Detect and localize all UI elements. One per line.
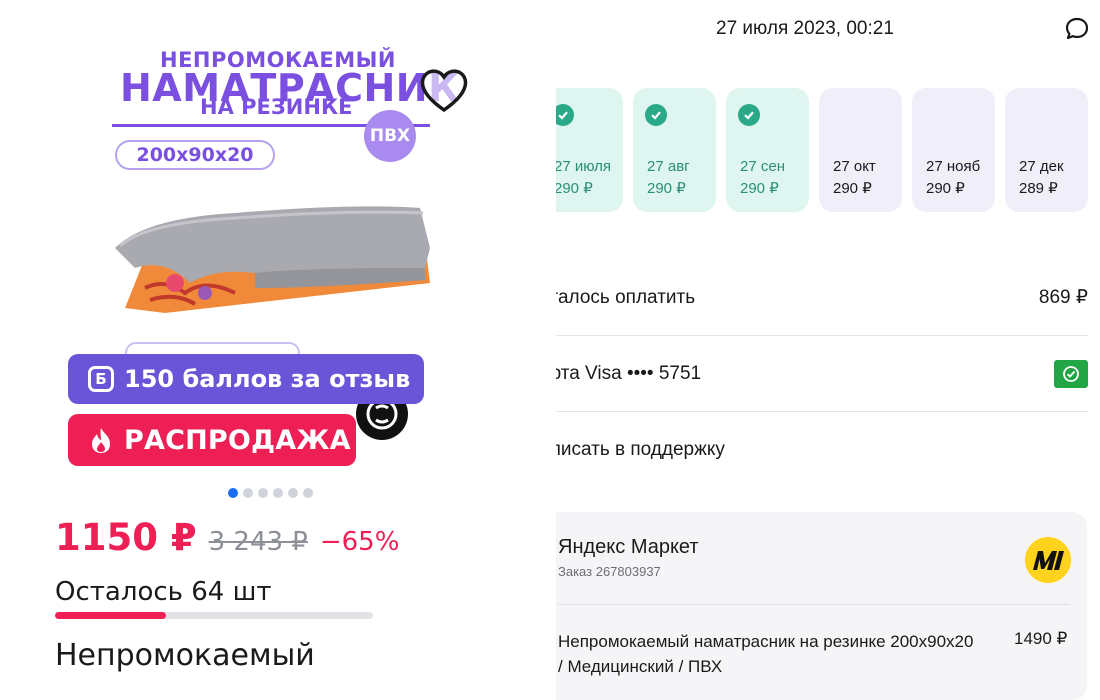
payment-date: 27 окт — [833, 158, 876, 175]
carousel-pagination — [228, 488, 313, 498]
payment-card-6[interactable]: 27 дек 289 ₽ — [1005, 88, 1088, 212]
carousel-dot-3[interactable] — [258, 488, 268, 498]
remaining-payment-row[interactable]: сталось оплатить 869 ₽ — [556, 260, 1088, 336]
paid-check-icon — [645, 104, 667, 126]
mattress-illustration — [115, 206, 430, 313]
payment-amount: 290 ₽ — [833, 180, 872, 197]
shop-order-card: Яндекс Маркет Заказ 267803937 Непромокае… — [556, 512, 1087, 700]
old-price: 3 243 ₽ — [208, 527, 308, 557]
order-panel: 27 июля 2023, 00:21 27 июля 290 ₽ 27 авг 29… — [556, 0, 1100, 700]
promo-size-badge: 200x90x20 — [115, 140, 275, 170]
payment-date: 27 сен — [740, 158, 785, 175]
carousel-dot-1[interactable] — [228, 488, 238, 498]
stock-progress-bar — [55, 612, 373, 619]
payment-amount: 289 ₽ — [1019, 180, 1058, 197]
payment-card-3[interactable]: 27 сен 290 ₽ — [726, 88, 809, 212]
payment-amount: 290 ₽ — [647, 180, 686, 197]
payment-date: 27 дек — [1019, 158, 1064, 175]
remaining-label: сталось оплатить — [556, 286, 696, 308]
product-card: НЕПРОМОКАЕМЫЙ НАМАТРАСНИК НА РЕЗИНКЕ ПВХ… — [0, 0, 500, 700]
yandex-market-logo-icon[interactable] — [1024, 536, 1072, 584]
payment-date: 27 авг — [647, 158, 690, 175]
price-row: 1150 ₽ 3 243 ₽ −65% — [55, 516, 399, 559]
remaining-amount: 869 ₽ — [1038, 287, 1088, 308]
chat-icon[interactable] — [1064, 16, 1090, 42]
check-icon — [1054, 359, 1088, 388]
product-title: Непромокаемый — [55, 638, 315, 673]
order-item-name[interactable]: Непромокаемый наматрасник на резинке 200… — [558, 629, 978, 679]
carousel-dot-4[interactable] — [273, 488, 283, 498]
payment-card-1[interactable]: 27 июля 290 ₽ — [556, 88, 623, 212]
payment-card-4[interactable]: 27 окт 290 ₽ — [819, 88, 902, 212]
payment-card-2[interactable]: 27 авг 290 ₽ — [633, 88, 716, 212]
payment-amount: 290 ₽ — [926, 180, 965, 197]
payment-card-5[interactable]: 27 нояб 290 ₽ — [912, 88, 995, 212]
payment-card-label: арта Visa •••• 5751 — [556, 362, 702, 384]
payment-amount: 290 ₽ — [740, 180, 779, 197]
payment-amount: 290 ₽ — [556, 180, 593, 197]
payment-date: 27 нояб — [926, 158, 981, 175]
sale-label: РАСПРОДАЖА — [124, 424, 351, 456]
stock-remaining-label: Осталось 64 шт — [55, 577, 272, 607]
support-label: аписать в поддержку — [556, 439, 725, 460]
carousel-dot-6[interactable] — [303, 488, 313, 498]
stock-progress-fill — [55, 612, 167, 619]
carousel-dot-5[interactable] — [288, 488, 298, 498]
current-price: 1150 ₽ — [55, 516, 197, 559]
promo-material-badge: ПВХ — [364, 110, 416, 162]
payment-schedule: 27 июля 290 ₽27 авг 290 ₽27 сен 290 ₽27 окт… — [556, 88, 1088, 212]
discount-percent: −65% — [319, 527, 400, 557]
paid-check-icon — [738, 104, 760, 126]
order-item-price: 1490 ₽ — [1014, 629, 1068, 648]
points-icon: Б — [88, 366, 114, 392]
shop-divider — [558, 604, 1070, 605]
payment-card-row[interactable]: арта Visa •••• 5751 — [556, 336, 1088, 412]
review-points-text: 150 баллов за отзыв — [124, 365, 411, 393]
carousel-dot-2[interactable] — [243, 488, 253, 498]
support-row[interactable]: аписать в поддержку — [556, 412, 1088, 488]
sale-badge: РАСПРОДАЖА — [68, 414, 356, 466]
favorite-heart-icon[interactable] — [418, 66, 470, 114]
promo-title-line3: НА РЕЗИНКЕ — [200, 95, 353, 119]
order-date: 27 июля 2023, 00:21 — [716, 18, 894, 39]
shop-name: Яндекс Маркет — [558, 536, 699, 558]
review-points-badge[interactable]: Б 150 баллов за отзыв — [68, 354, 425, 404]
paid-check-icon — [556, 104, 574, 126]
payment-date: 27 июля — [556, 158, 612, 175]
flame-icon — [92, 428, 110, 453]
order-number: Заказ 267803937 — [558, 564, 661, 579]
